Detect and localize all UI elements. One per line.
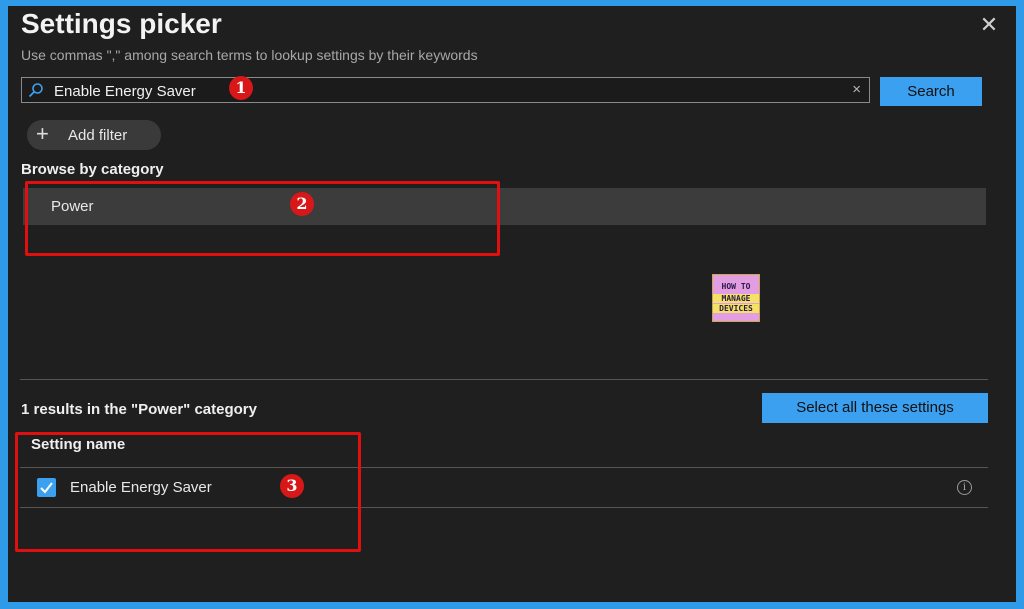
logo-line-1: HOW TO xyxy=(721,282,751,291)
add-filter-button[interactable]: + Add filter xyxy=(27,120,161,150)
search-input[interactable] xyxy=(52,80,836,102)
annotation-marker-1: 1 xyxy=(229,76,253,100)
annotation-marker-2: 2 xyxy=(290,192,314,216)
settings-picker-panel: Settings picker Use commas "," among sea… xyxy=(8,6,1016,602)
browse-heading: Browse by category xyxy=(21,161,164,178)
dialog-title: Settings picker xyxy=(21,8,222,39)
dialog-subtitle: Use commas "," among search terms to loo… xyxy=(21,47,478,63)
info-icon[interactable]: i xyxy=(957,480,972,495)
annotation-marker-3: 3 xyxy=(280,474,304,498)
clear-search-icon[interactable]: × xyxy=(852,81,861,98)
logo-line-3: DEVICES xyxy=(713,304,759,313)
annotation-box-3 xyxy=(15,432,361,552)
annotation-box-2 xyxy=(25,181,500,256)
results-summary: 1 results in the "Power" category xyxy=(21,401,257,418)
search-button[interactable]: Search xyxy=(880,77,982,106)
add-filter-label: Add filter xyxy=(68,127,128,144)
logo-line-2: MANAGE xyxy=(713,294,759,303)
search-icon xyxy=(28,83,43,98)
plus-icon: + xyxy=(36,121,49,146)
close-icon[interactable]: ✕ xyxy=(976,12,1002,38)
search-field[interactable]: × xyxy=(21,77,870,103)
section-divider xyxy=(20,379,988,380)
watermark-logo: HOW TO MANAGE DEVICES xyxy=(712,274,760,322)
select-all-button[interactable]: Select all these settings xyxy=(762,393,988,423)
